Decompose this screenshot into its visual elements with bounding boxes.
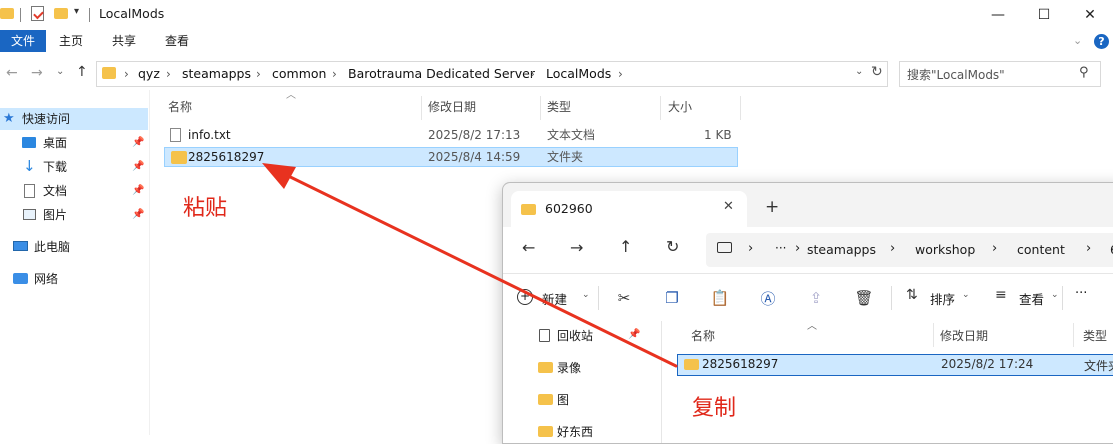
- arrow-shaft: [270, 166, 678, 368]
- arrow-head: [262, 163, 296, 189]
- annotation-arrow: [262, 163, 678, 368]
